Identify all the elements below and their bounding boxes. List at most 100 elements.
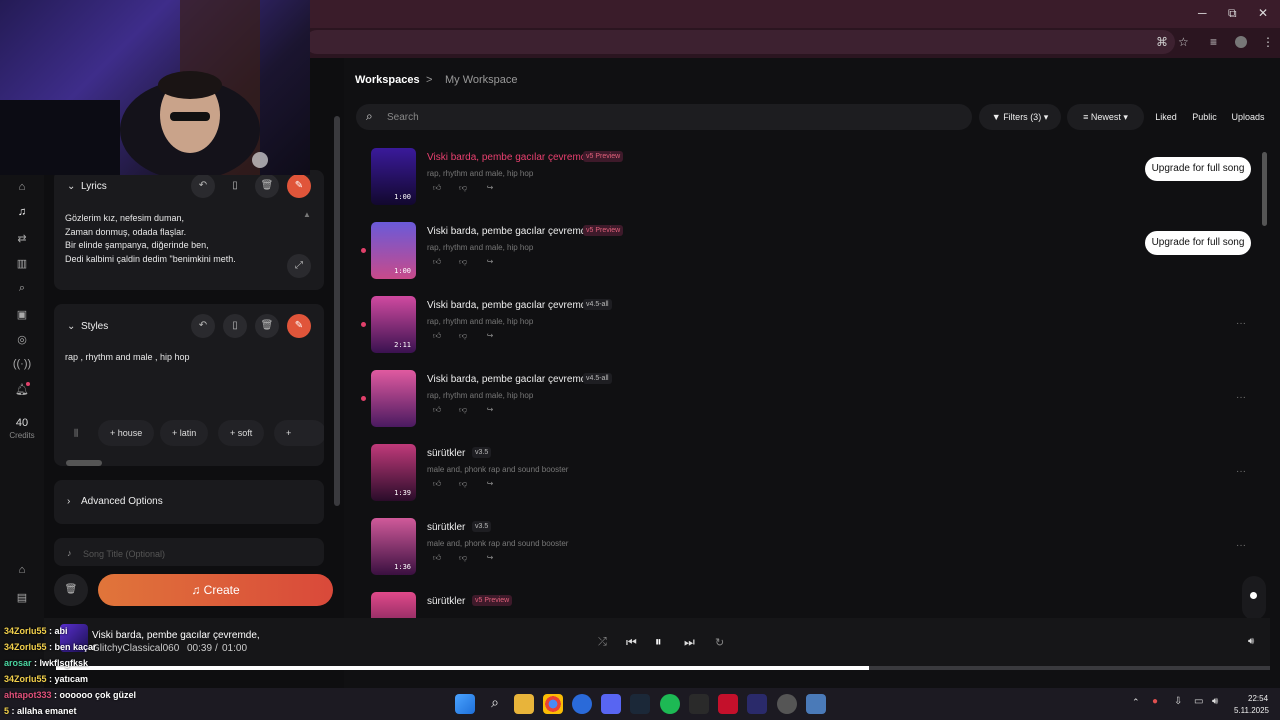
profile-avatar[interactable] <box>1235 36 1247 48</box>
song-title-field[interactable]: ♪ Song Title (Optional) <box>54 538 324 566</box>
song-row[interactable]: 1:00 Viski barda, pembe gacılar çevremde,… <box>356 222 1266 296</box>
now-playing-title[interactable]: Viski barda, pembe gacılar çevremde, <box>92 630 260 641</box>
save-icon[interactable]: ▯ <box>223 174 247 198</box>
save-icon[interactable]: ▯ <box>223 314 247 338</box>
magic-wand-icon[interactable]: ✎ <box>287 174 311 198</box>
song-cover[interactable]: 1:00 <box>371 222 416 279</box>
song-row[interactable]: 1:36 sürütkler v3.5 male and, phonk rap and… <box>356 518 1266 592</box>
riot-icon[interactable] <box>718 694 738 714</box>
volume-slider[interactable] <box>1242 576 1266 620</box>
spotify-icon[interactable] <box>660 694 680 714</box>
song-cover[interactable]: 2:11 <box>371 296 416 353</box>
song-row[interactable]: 2:11 Viski barda, pembe gacılar çevremde,… <box>356 296 1266 370</box>
more-options-icon[interactable]: ··· <box>1236 392 1246 403</box>
more-options-icon[interactable]: ··· <box>1236 540 1246 551</box>
taskbar-search-icon[interactable]: ⌕ <box>485 694 505 714</box>
styles-text[interactable]: rap , rhythm and male , hip hop <box>65 352 190 362</box>
share-icon[interactable]: ↪ <box>481 331 499 345</box>
start-icon[interactable] <box>455 694 475 714</box>
tray-usb-icon[interactable]: ⇩ <box>1174 696 1182 707</box>
tray-app-icon[interactable]: ● <box>1152 696 1158 707</box>
chevron-down-icon[interactable]: ⌄ <box>67 321 75 332</box>
magic-wand-icon[interactable]: ✎ <box>287 314 311 338</box>
share-icon[interactable]: ↪ <box>481 405 499 419</box>
thumbs-up-icon[interactable]: 👍︎ <box>428 405 446 419</box>
settings-app-icon[interactable] <box>806 694 826 714</box>
chip-scrollbar[interactable] <box>60 460 320 466</box>
more-options-icon[interactable]: ··· <box>1236 318 1246 329</box>
undo-icon[interactable]: ↶ <box>191 314 215 338</box>
song-title[interactable]: sürütkler <box>427 522 465 533</box>
undo-icon[interactable]: ↶ <box>191 174 215 198</box>
thumbs-up-icon[interactable]: 👍︎ <box>428 257 446 271</box>
search-nav-icon[interactable]: ⌕ <box>0 282 44 295</box>
discord-icon[interactable] <box>601 694 621 714</box>
chrome-icon[interactable] <box>543 694 563 714</box>
song-title[interactable]: Viski barda, pembe gacılar çevremde, <box>427 300 595 311</box>
filters-button[interactable]: ▼ Filters (3) ▾ <box>979 104 1061 130</box>
song-title[interactable]: Viski barda, pembe gacılar çevremde, <box>427 152 595 163</box>
song-cover[interactable]: 1:36 <box>371 518 416 575</box>
window-minimize-button[interactable]: ─ <box>1198 6 1207 20</box>
song-row[interactable]: Viski barda, pembe gacılar çevremde, v4.5… <box>356 370 1266 444</box>
epic-games-icon[interactable] <box>689 694 709 714</box>
next-icon[interactable]: ⏭︎ <box>684 635 695 650</box>
public-filter-button[interactable]: Public <box>1188 104 1221 130</box>
search-input[interactable]: ⌕ Search <box>356 104 972 130</box>
previous-icon[interactable]: ⏮︎ <box>626 635 637 650</box>
song-title[interactable]: sürütkler <box>427 596 465 607</box>
address-bar[interactable] <box>305 30 1175 54</box>
tray-chevron-icon[interactable]: ⌃ <box>1132 697 1140 708</box>
advanced-options[interactable]: › Advanced Options <box>54 480 324 524</box>
song-cover[interactable]: 1:00 <box>371 148 416 205</box>
clock-time[interactable]: 22:54 <box>1248 694 1268 703</box>
window-close-button[interactable]: ✕ <box>1258 6 1268 20</box>
thumbs-up-icon[interactable]: 👍︎ <box>428 331 446 345</box>
trash-icon[interactable]: 🗑︎ <box>255 174 279 198</box>
style-chip[interactable]: + soft <box>218 420 265 446</box>
media-control-icon[interactable]: ≡ <box>1210 35 1217 49</box>
create-button[interactable]: ♫ Create <box>98 574 333 606</box>
style-chip[interactable]: + 90bpm <box>274 420 324 446</box>
song-title[interactable]: sürütkler <box>427 448 465 459</box>
style-chip[interactable]: + latin <box>160 420 209 446</box>
remix-icon[interactable]: ⇄ <box>0 232 44 245</box>
share-icon[interactable]: ↪ <box>481 553 499 567</box>
volume-icon[interactable]: 🔊︎ <box>1248 636 1254 647</box>
explore-icon[interactable]: ◎ <box>0 333 44 346</box>
home-icon[interactable]: ⌂ <box>0 181 44 193</box>
song-row[interactable]: 1:39 sürütkler v3.5 male and, phonk rap and… <box>356 444 1266 518</box>
more-options-icon[interactable]: ··· <box>1236 466 1246 477</box>
uploads-filter-button[interactable]: Uploads <box>1228 104 1268 130</box>
pause-icon[interactable]: ⏸︎ <box>655 634 662 650</box>
browser-menu-icon[interactable]: ⋮ <box>1262 35 1274 49</box>
shuffle-icon[interactable]: ⤮ <box>598 636 607 649</box>
hooks-icon[interactable]: ▣ <box>0 308 44 321</box>
thumbs-down-icon[interactable]: 👎︎ <box>454 331 472 345</box>
app-icon[interactable] <box>747 694 767 714</box>
thumbs-up-icon[interactable]: 👍︎ <box>428 553 446 567</box>
share-icon[interactable]: ↪ <box>481 479 499 493</box>
notifications-icon[interactable]: 🔔︎ <box>0 383 44 396</box>
upgrade-full-song-button[interactable]: Upgrade for full song <box>1145 157 1251 181</box>
song-cover[interactable]: 1:39 <box>371 444 416 501</box>
radio-icon[interactable]: ((·)) <box>0 358 44 370</box>
liked-filter-button[interactable]: Liked <box>1150 104 1182 130</box>
clear-trash-button[interactable]: 🗑︎ <box>54 574 88 606</box>
library-icon[interactable]: ⫼ <box>74 428 78 439</box>
tray-volume-icon[interactable]: 🔊︎ <box>1212 696 1218 707</box>
edge-icon[interactable] <box>572 694 592 714</box>
tray-display-icon[interactable]: ▭ <box>1194 696 1203 707</box>
now-playing-artist[interactable]: GlitchyClassical060 <box>92 643 179 654</box>
window-restore-button[interactable]: ⧉ <box>1228 6 1237 21</box>
scroll-up-arrow-icon[interactable]: ▲ <box>303 210 311 219</box>
chevron-down-icon[interactable]: ⌄ <box>67 181 75 192</box>
expand-icon[interactable]: ⤢ <box>287 254 311 278</box>
thumbs-down-icon[interactable]: 👎︎ <box>454 257 472 271</box>
bookmark-star-icon[interactable]: ☆ <box>1178 35 1189 49</box>
trash-icon[interactable]: 🗑︎ <box>255 314 279 338</box>
upgrade-full-song-button[interactable]: Upgrade for full song <box>1145 231 1251 255</box>
translate-icon[interactable]: ⌘ <box>1156 35 1168 49</box>
create-music-icon[interactable]: ♫ <box>0 206 44 218</box>
song-row[interactable]: 1:00 Viski barda, pembe gacılar çevremde,… <box>356 148 1266 222</box>
